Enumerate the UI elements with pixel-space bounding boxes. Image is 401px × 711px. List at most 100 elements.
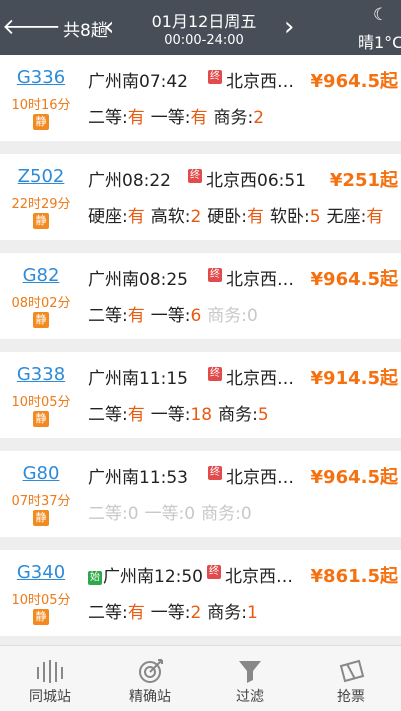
seat-class: 硬座:有 (88, 207, 145, 227)
chevron-right-icon: › (284, 12, 295, 42)
seat-class-count: 0 (240, 504, 252, 524)
top-bar: 🡐 共8趟 ‹ 01月12日周五 00:00-24:00 › ☾ 晴1°C (0, 0, 401, 55)
train-card[interactable]: G82 08时02分静 广州南08:25 终北京西16:27 ¥964.5起二等:有一等… (0, 253, 401, 339)
route-row: 广州南08:25 终北京西16:27 ¥964.5起 (88, 265, 401, 290)
route-row: 始广州南12:50 终北京西22:55 ¥861.5起 (88, 562, 401, 587)
seat-class-name: 二等: (88, 504, 128, 524)
departure: 广州南11:53 (88, 463, 188, 488)
seat-class-name: 一等: (150, 405, 191, 425)
seat-class-name: 硬卧: (207, 207, 248, 227)
seat-availability: 二等:有 一等:18 商务:5 (88, 400, 401, 425)
train-number-link[interactable]: G336 (0, 67, 82, 88)
previous-day-button[interactable]: ‹ (104, 14, 114, 40)
next-day-button[interactable]: › (284, 14, 294, 40)
train-summary: G336 10时16分静 (0, 55, 82, 141)
seat-class-count: 有 (247, 207, 265, 227)
train-number-link[interactable]: G82 (0, 265, 82, 286)
seat-class-name: 二等: (88, 306, 128, 326)
seat-class: 商务:5 (218, 405, 269, 425)
travel-duration: 10时05分 (11, 395, 71, 410)
departure: 广州南07:42 (88, 67, 188, 92)
back-button[interactable]: 🡐 共8趟 (2, 14, 108, 42)
seat-class-name: 商务: (213, 108, 254, 128)
seat-availability: 二等:有 一等:有 商务:2 (88, 103, 401, 128)
seat-class-name: 一等: (150, 603, 191, 623)
arrival-station-time: 北京西17:58 (226, 72, 295, 92)
seat-class: 一等:6 (151, 306, 202, 326)
seat-class-name: 商务: (218, 405, 258, 425)
train-card[interactable]: G340 10时05分静 始广州南12:50 终北京西22:55 ¥861.5起二等:有… (0, 550, 401, 636)
terminal-station-badge: 终 (208, 70, 222, 84)
lowest-price: ¥861.5起 (310, 566, 398, 587)
arrival-station-time: 北京西19:30 (226, 468, 295, 488)
tab-same-city-stations[interactable]: 同城站 (0, 646, 100, 711)
seat-class-count: 18 (190, 405, 213, 425)
route-row: 广州南11:15 终北京西21:20 ¥914.5起 (88, 364, 401, 389)
departure-station-time: 广州南11:53 (88, 468, 188, 488)
seat-class: 一等:2 (151, 603, 202, 623)
seat-class-count: 2 (253, 108, 265, 128)
train-number-link[interactable]: Z502 (0, 166, 82, 187)
tab-filter[interactable]: 过滤 (200, 646, 300, 711)
seat-class-count: 5 (257, 405, 269, 425)
terminal-station-badge: 终 (207, 565, 221, 579)
train-summary: G80 07时37分静 (0, 451, 82, 537)
train-card[interactable]: G338 10时05分静 广州南11:15 终北京西21:20 ¥914.5起二等:有一… (0, 352, 401, 438)
departure-station-time: 广州南07:42 (88, 72, 188, 92)
selected-date[interactable]: 01月12日周五 (135, 8, 273, 32)
train-card[interactable]: G8007时37分静广州南11:53终北京西19:30¥964.5起二等:0一等… (0, 451, 401, 537)
seat-class-count: 0 (247, 306, 258, 326)
ticket-grab-icon (339, 659, 365, 683)
tab-grab-ticket[interactable]: 抢票 (301, 646, 401, 711)
seat-class-name: 二等: (88, 603, 128, 623)
seat-class-name: 一等: (144, 504, 185, 524)
seat-availability: 二等:有 一等:2 商务:1 (88, 598, 401, 623)
seat-class: 硬卧:有 (207, 207, 264, 227)
route-row: 广州南07:42 终北京西17:58 ¥964.5起 (88, 67, 401, 92)
quiet-car-badge: 静 (33, 213, 49, 229)
seat-class-count: 有 (190, 108, 208, 128)
lowest-price: ¥251起 (329, 170, 398, 191)
time-range: 00:00-24:00 (164, 33, 244, 48)
filter-icon (239, 661, 261, 683)
tab-exact-station[interactable]: 精确站 (100, 646, 200, 711)
train-card[interactable]: G33610时16分静广州南07:42终北京西17:58¥964.5起二等:有一… (0, 55, 401, 141)
seat-class-name: 二等: (88, 108, 128, 128)
lowest-price: ¥964.5起 (310, 71, 398, 92)
weather-text: 晴1°C (358, 33, 401, 52)
terminal-station-badge: 终 (208, 268, 222, 282)
train-number-link[interactable]: G338 (0, 364, 82, 385)
seat-class-count: 有 (127, 603, 145, 623)
seat-class-count: 有 (127, 207, 145, 227)
seat-class-name: 商务: (201, 504, 241, 524)
train-number-link[interactable]: G80 (0, 463, 82, 484)
train-number-link[interactable]: G340 (0, 562, 82, 583)
seat-class: 商务:1 (207, 603, 258, 623)
seat-class-count: 有 (366, 207, 384, 227)
seat-class-count: 0 (184, 504, 196, 524)
seat-class: 商务:2 (213, 108, 264, 128)
seat-class-count: 有 (127, 405, 145, 425)
lowest-price: ¥914.5起 (310, 368, 398, 389)
seat-class: 高软:2 (151, 207, 202, 227)
arrival-station-time: 北京西06:51 (206, 171, 306, 191)
terminal-station-badge: 终 (208, 367, 222, 381)
terminal-station-badge: 终 (208, 466, 222, 480)
origin-station-badge: 始 (88, 571, 102, 585)
arrival-station-time: 北京西16:27 (226, 270, 295, 290)
bottom-toolbar: 同城站 精确站 过滤 抢票 (0, 645, 401, 711)
seat-class-name: 软卧: (270, 207, 310, 227)
seat-class: 二等:有 (88, 108, 145, 128)
train-count: 共8趟 (63, 20, 108, 41)
seat-class-name: 一等: (150, 306, 191, 326)
seat-availability: 二等:0 一等:0 商务:0 (88, 499, 401, 524)
seat-class: 二等:0 (88, 504, 139, 524)
terminal-station-badge: 终 (188, 169, 202, 183)
train-card[interactable]: Z502 22时29分静广州08:22 终北京西06:51 ¥251起 硬座:有 高软:2… (0, 154, 401, 240)
chevron-left-icon: ‹ (104, 12, 115, 42)
travel-duration: 07时37分 (11, 494, 71, 509)
departure-station-time: 广州南08:25 (88, 270, 188, 290)
seat-class-name: 无座: (326, 207, 367, 227)
seat-class: 软卧:5 (270, 207, 321, 227)
travel-duration: 22时29分 (11, 197, 71, 212)
